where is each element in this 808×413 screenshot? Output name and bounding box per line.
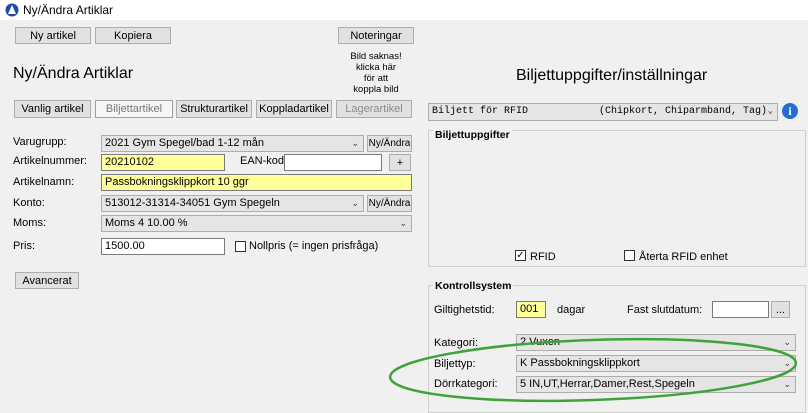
tab-biljettartikel[interactable]: Biljettartikel (95, 100, 173, 118)
chevron-down-icon: ⌄ (399, 218, 407, 228)
ticket-type-name: Biljett för RFID (432, 106, 529, 117)
validity-unit: dagar (557, 304, 586, 316)
annotation-ellipse (388, 337, 798, 403)
varugrupp-select[interactable]: 2021 Gym Spegel/bad 1-12 mån ⌄ (101, 135, 364, 152)
tab-lagerartikel[interactable]: Lagerartikel (336, 100, 412, 118)
ticket-details-title: Biljettuppgifter (433, 129, 512, 141)
copy-button[interactable]: Kopiera (95, 27, 171, 44)
ticket-details-group (428, 130, 806, 267)
chevron-down-icon: ⌄ (351, 198, 359, 208)
app-icon (5, 3, 19, 17)
end-date-picker-button[interactable]: ... (771, 301, 790, 318)
return-rfid-checkbox[interactable] (624, 250, 635, 261)
ticket-settings-title: Biljettuppgifter/inställningar (516, 67, 708, 84)
varugrupp-label: Varugrupp: (13, 136, 67, 148)
rfid-label: RFID (530, 251, 556, 263)
ticket-type-select[interactable]: Biljett för RFID (Chipkort, Chiparmband,… (428, 103, 778, 121)
image-note-line: Bild saknas! (350, 51, 402, 62)
validity-label: Giltighetstid: (434, 304, 495, 316)
rfid-checkbox[interactable]: ✓ (515, 250, 526, 261)
moms-label: Moms: (13, 217, 46, 229)
moms-value: Moms 4 10.00 % (105, 217, 188, 229)
image-note-line: koppla bild (353, 84, 399, 95)
pris-input[interactable]: 1500.00 (101, 238, 225, 255)
tab-koppladartikel[interactable]: Koppladartikel (256, 100, 332, 118)
moms-select[interactable]: Moms 4 10.00 % ⌄ (101, 215, 412, 232)
varugrupp-edit-button[interactable]: Ny/Ändra (367, 135, 412, 152)
konto-label: Konto: (13, 197, 45, 209)
end-date-input[interactable] (712, 301, 769, 318)
new-article-button[interactable]: Ny artikel (15, 27, 91, 44)
image-note-line: för att (363, 73, 389, 84)
end-date-label: Fast slutdatum: (627, 304, 703, 316)
notes-button[interactable]: Noteringar (338, 27, 414, 44)
image-note-line: klicka här (355, 62, 397, 73)
konto-select[interactable]: 513012-31314-34051 Gym Spegeln ⌄ (101, 195, 364, 212)
artikelnummer-label: Artikelnummer: (13, 155, 87, 167)
image-placeholder[interactable]: Bild saknas! klicka här för att koppla b… (340, 51, 412, 95)
validity-input[interactable]: 001 (516, 301, 546, 318)
tab-strukturartikel[interactable]: Strukturartikel (176, 100, 252, 118)
title-bar (0, 0, 808, 20)
artikelnamn-label: Artikelnamn: (13, 176, 75, 188)
artikelnamn-input[interactable]: Passbokningsklippkort 10 ggr (101, 174, 412, 191)
nollpris-checkbox[interactable] (235, 241, 246, 252)
ean-input[interactable] (284, 154, 382, 171)
ticket-type-desc: (Chipkort, Chiparmband, Tag) (599, 106, 768, 117)
ean-add-button[interactable]: + (389, 154, 411, 171)
ean-label: EAN-kod (240, 155, 285, 167)
pris-label: Pris: (13, 240, 35, 252)
advanced-button[interactable]: Avancerat (15, 272, 79, 289)
window-title: Ny/Ändra Artiklar (23, 3, 114, 17)
konto-value: 513012-31314-34051 Gym Spegeln (105, 197, 280, 209)
varugrupp-value: 2021 Gym Spegel/bad 1-12 mån (105, 137, 264, 149)
nollpris-label: Nollpris (= ingen prisfråga) (249, 240, 379, 252)
page-title: Ny/Ändra Artiklar (13, 65, 134, 82)
chevron-down-icon: ⌄ (351, 138, 359, 148)
chevron-down-icon: ⌄ (767, 106, 773, 116)
konto-edit-button[interactable]: Ny/Ändra (367, 195, 412, 212)
return-rfid-label: Återta RFID enhet (639, 251, 728, 263)
info-icon[interactable]: i (782, 103, 798, 119)
control-system-title: Kontrollsystem (433, 280, 514, 292)
tab-vanlig-artikel[interactable]: Vanlig artikel (14, 100, 91, 118)
artikelnummer-input[interactable]: 20210102 (101, 154, 225, 171)
